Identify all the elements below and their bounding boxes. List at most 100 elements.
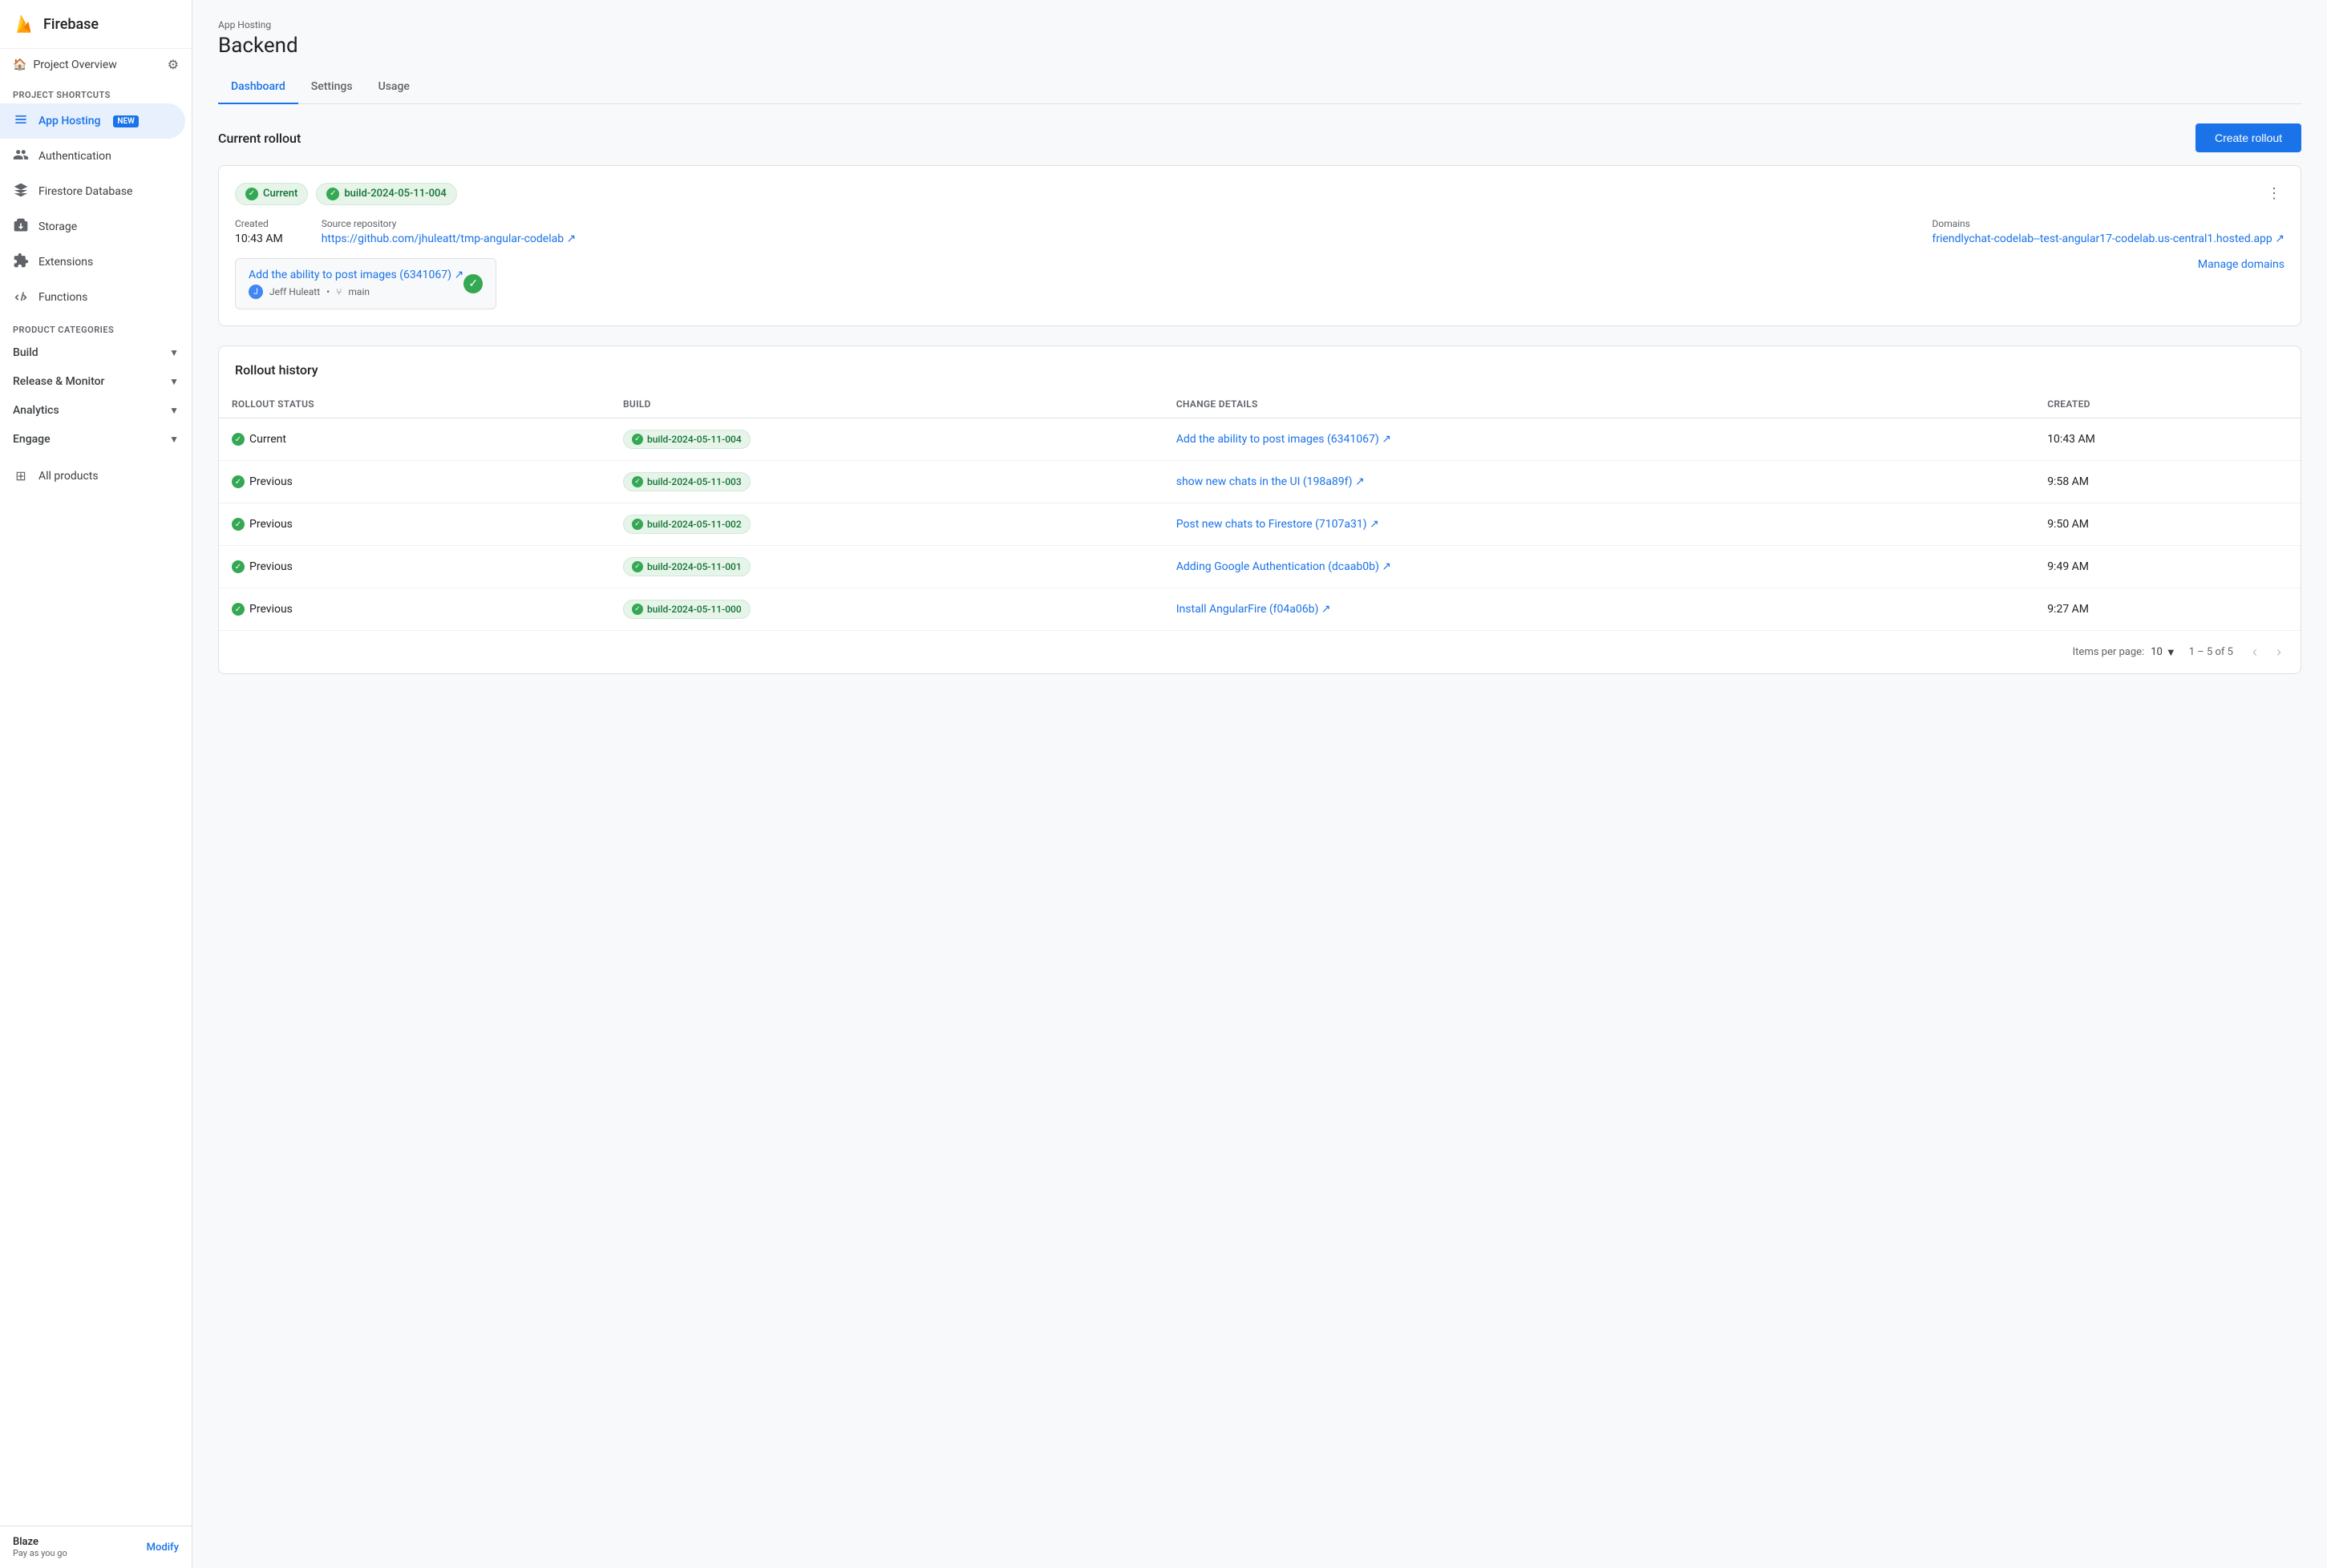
rollout-history-title: Rollout history [219, 346, 2301, 390]
manage-domains-section: Manage domains [2198, 258, 2285, 271]
sidebar-category-release[interactable]: Release & Monitor ▼ [0, 367, 192, 396]
next-page-button[interactable]: › [2270, 641, 2288, 664]
project-shortcuts-label: Project shortcuts [0, 80, 192, 103]
col-status: Rollout Status [219, 390, 610, 418]
author-avatar: J [249, 285, 263, 299]
row-build-chip: ✓build-2024-05-11-004 [623, 430, 751, 449]
commit-branch: main [348, 286, 370, 297]
sidebar-item-authentication[interactable]: Authentication [0, 139, 185, 174]
domain-link[interactable]: friendlychat-codelab--test-angular17-cod… [1932, 232, 2285, 245]
row-check-icon: ✓ [232, 433, 245, 446]
current-rollout-title: Current rollout [218, 131, 301, 146]
row-check-icon: ✓ [232, 518, 245, 531]
build-chip-label: build-2024-05-11-004 [344, 188, 446, 200]
row-change-cell: show new chats in the UI (198a89f) ↗ [1164, 461, 2034, 503]
create-rollout-button[interactable]: Create rollout [2195, 123, 2301, 152]
sidebar: Firebase 🏠 Project Overview ⚙ Project sh… [0, 0, 192, 1568]
manage-domains-link[interactable]: Manage domains [2198, 258, 2285, 271]
row-build-chip: ✓build-2024-05-11-002 [623, 515, 751, 534]
pagination-row: Items per page: 10 ▼ 1 – 5 of 5 ‹ › [219, 630, 2301, 673]
extensions-icon [13, 253, 29, 272]
row-build-cell: ✓build-2024-05-11-004 [610, 418, 1164, 461]
commit-link[interactable]: Add the ability to post images (6341067)… [249, 269, 463, 281]
items-per-page: Items per page: 10 ▼ [2073, 646, 2176, 659]
analytics-label: Analytics [13, 404, 59, 417]
project-overview-item[interactable]: 🏠 Project Overview ⚙ [0, 49, 192, 80]
sidebar-item-firestore[interactable]: Firestore Database [0, 174, 185, 209]
app-name: Firebase [43, 16, 99, 33]
table-header-row: Rollout Status Build Change details Crea… [219, 390, 2301, 418]
row-check-icon: ✓ [232, 475, 245, 488]
sidebar-footer: Blaze Pay as you go Modify [0, 1526, 192, 1568]
source-repo-meta: Source repository https://github.com/jhu… [322, 218, 577, 245]
engage-label: Engage [13, 433, 51, 446]
row-status-cell: ✓Current [219, 418, 610, 461]
row-change-link[interactable]: Adding Google Authentication (dcaab0b) ↗ [1176, 560, 1391, 573]
sidebar-category-build[interactable]: Build ▼ [0, 338, 192, 367]
row-change-cell: Post new chats to Firestore (7107a31) ↗ [1164, 503, 2034, 546]
sidebar-category-engage[interactable]: Engage ▼ [0, 425, 192, 454]
current-rollout-card: ✓ Current ✓ build-2024-05-11-004 ⋮ Creat… [218, 165, 2301, 326]
project-overview-label: Project Overview [33, 59, 116, 71]
sidebar-item-functions[interactable]: Functions [0, 280, 185, 315]
row-change-cell: Install AngularFire (f04a06b) ↗ [1164, 588, 2034, 631]
table-row: ✓Previous✓build-2024-05-11-001Adding Goo… [219, 546, 2301, 588]
row-change-link[interactable]: Post new chats to Firestore (7107a31) ↗ [1176, 518, 1379, 531]
row-status-cell: ✓Previous [219, 503, 610, 546]
row-status-cell: ✓Previous [219, 461, 610, 503]
row-build-chip: ✓build-2024-05-11-001 [623, 557, 751, 576]
build-chevron-icon: ▼ [169, 347, 179, 358]
build-chip-check-icon: ✓ [632, 561, 643, 572]
firebase-logo-icon [13, 13, 35, 35]
functions-label: Functions [38, 291, 87, 304]
row-build-cell: ✓build-2024-05-11-000 [610, 588, 1164, 631]
row-change-cell: Adding Google Authentication (dcaab0b) ↗ [1164, 546, 2034, 588]
sidebar-item-storage[interactable]: Storage [0, 209, 185, 244]
tab-dashboard[interactable]: Dashboard [218, 71, 298, 104]
table-row: ✓Previous ✓build-2024-05-11-003 show new c… [219, 461, 2301, 503]
created-meta: Created 10:43 AM [235, 218, 283, 245]
more-options-button[interactable]: ⋮ [2264, 182, 2285, 205]
row-change-link[interactable]: Install AngularFire (f04a06b) ↗ [1176, 603, 1331, 616]
build-chip-check-icon: ✓ [632, 434, 643, 445]
row-created-cell: 9:49 AM [2034, 546, 2301, 588]
plan-name: Blaze [13, 1536, 67, 1548]
page-title: Backend [218, 34, 2301, 58]
firestore-label: Firestore Database [38, 185, 132, 198]
tab-usage[interactable]: Usage [366, 71, 423, 104]
per-page-select[interactable]: 10 ▼ [2151, 646, 2176, 659]
table-row: ✓Previous✓build-2024-05-11-000 Install An… [219, 588, 2301, 631]
branch-icon: ⑂ [336, 286, 342, 297]
source-repo-link[interactable]: https://github.com/jhuleatt/tmp-angular-… [322, 232, 577, 245]
prev-page-button[interactable]: ‹ [2246, 641, 2264, 664]
row-change-link[interactable]: show new chats in the UI (198a89f) ↗ [1176, 475, 1365, 488]
sidebar-category-analytics[interactable]: Analytics ▼ [0, 396, 192, 425]
main-content: App Hosting Backend Dashboard Settings U… [192, 0, 2327, 1568]
build-chip-check-icon: ✓ [632, 604, 643, 615]
domains-meta: Domains friendlychat-codelab--test-angul… [1932, 218, 2285, 245]
row-build-chip: ✓build-2024-05-11-003 [623, 472, 751, 491]
sidebar-item-extensions[interactable]: Extensions [0, 244, 185, 280]
col-change: Change details [1164, 390, 2034, 418]
build-chip-check-icon: ✓ [632, 519, 643, 530]
app-hosting-icon [13, 111, 29, 131]
items-per-page-label: Items per page: [2073, 646, 2145, 658]
row-status-cell: ✓Previous [219, 588, 610, 631]
tab-settings[interactable]: Settings [298, 71, 366, 104]
build-status-chip: ✓ build-2024-05-11-004 [316, 183, 456, 205]
row-change-link[interactable]: Add the ability to post images (6341067)… [1176, 433, 1391, 446]
storage-label: Storage [38, 220, 77, 233]
commit-author: Jeff Huleatt [269, 286, 320, 297]
settings-icon[interactable]: ⚙ [168, 57, 179, 72]
sidebar-item-all-products[interactable]: ⊞ All products [0, 460, 185, 491]
modify-button[interactable]: Modify [147, 1542, 179, 1554]
page-nav: ‹ › [2246, 641, 2288, 664]
page-header: App Hosting Backend [218, 19, 2301, 58]
home-icon: 🏠 [13, 59, 26, 71]
page-info: 1 – 5 of 5 [2189, 646, 2233, 658]
authentication-label: Authentication [38, 150, 111, 163]
grid-icon: ⊞ [13, 468, 29, 483]
sidebar-item-app-hosting[interactable]: App Hosting NEW [0, 103, 185, 139]
current-rollout-section-header: Current rollout Create rollout [218, 123, 2301, 152]
new-badge: NEW [113, 115, 139, 127]
